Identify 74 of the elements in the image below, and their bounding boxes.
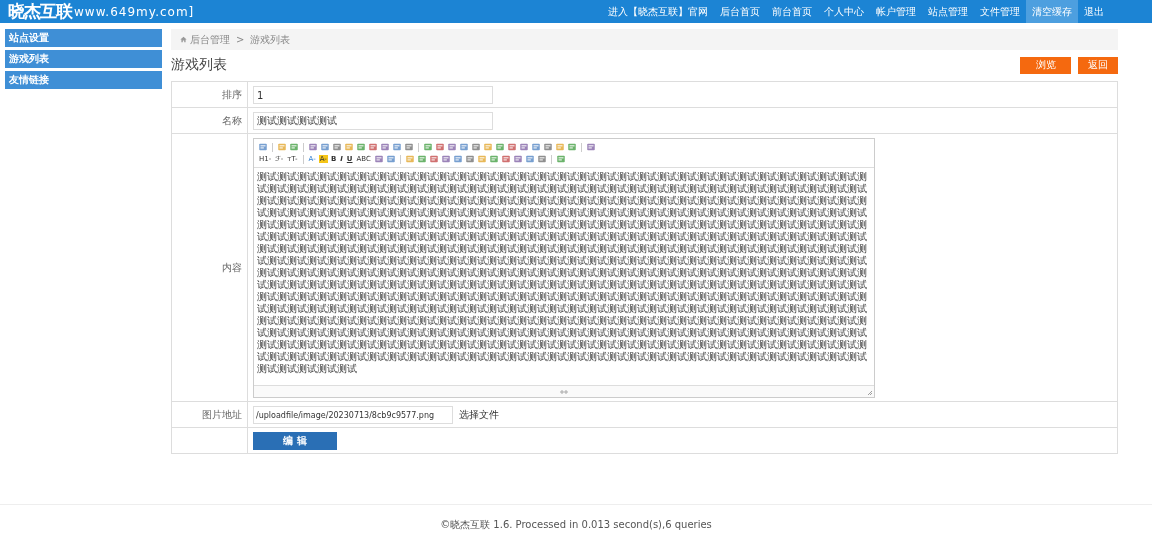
sidebar-item[interactable]: 友情链接 xyxy=(5,71,162,89)
toolbar-icon[interactable] xyxy=(277,142,287,152)
toolbar-icon[interactable] xyxy=(423,142,433,152)
choose-file-button[interactable]: 选择文件 xyxy=(459,408,499,422)
toolbar-icon[interactable] xyxy=(416,154,427,164)
nav-link[interactable]: 站点管理 xyxy=(922,0,974,23)
input-field[interactable]: /uploadfile/image/20230713/8cb9c9577.png xyxy=(253,406,453,424)
toolbar-icon[interactable] xyxy=(519,142,529,152)
nav-link[interactable]: 后台首页 xyxy=(714,0,766,23)
logo[interactable]: 晓杰互联 xyxy=(8,0,72,23)
nav-link[interactable]: 退出 xyxy=(1078,0,1110,23)
nav-link[interactable]: 帐户管理 xyxy=(870,0,922,23)
nav-link[interactable]: 前台首页 xyxy=(766,0,818,23)
field-label: 图片地址 xyxy=(202,407,242,422)
toolbar-icon[interactable] xyxy=(356,142,366,152)
toolbar-icon[interactable] xyxy=(459,142,469,152)
input-field[interactable]: 1 xyxy=(253,86,493,104)
toolbar-icon[interactable] xyxy=(476,154,487,164)
toolbar-icon[interactable] xyxy=(404,154,415,164)
toolbar-icon[interactable] xyxy=(258,142,268,152)
toolbar-icon[interactable] xyxy=(512,154,523,164)
toolbar-icon[interactable] xyxy=(440,154,451,164)
toolbar-icon[interactable] xyxy=(507,142,517,152)
toolbar-icon[interactable] xyxy=(531,142,541,152)
input-field[interactable]: 测试测试测试测试 xyxy=(253,112,493,130)
toolbar-icon[interactable] xyxy=(332,142,342,152)
toolbar-icon[interactable] xyxy=(555,154,566,164)
toolbar-icon[interactable] xyxy=(289,142,299,152)
toolbar-icon[interactable] xyxy=(452,154,463,164)
toolbar-icon[interactable] xyxy=(404,142,414,152)
sidebar-item[interactable]: 站点设置 xyxy=(5,29,162,47)
action-button[interactable]: 浏览 xyxy=(1020,56,1071,74)
toolbar-icon[interactable] xyxy=(524,154,535,164)
nav-link[interactable]: 文件管理 xyxy=(974,0,1026,23)
toolbar-icon[interactable] xyxy=(373,154,384,164)
toolbar-icon[interactable] xyxy=(428,154,439,164)
action-button[interactable]: 返回 xyxy=(1078,56,1118,74)
toolbar-icon[interactable] xyxy=(320,142,330,152)
toolbar-icon[interactable] xyxy=(368,142,378,152)
toolbar-icon[interactable] xyxy=(447,142,457,152)
toolbar-icon[interactable] xyxy=(471,142,481,152)
toolbar-icon[interactable] xyxy=(500,154,511,164)
resize-corner-icon[interactable] xyxy=(867,390,873,396)
toolbar-icon[interactable] xyxy=(567,142,577,152)
footer-text: ©晓杰互联 1.6. Processed in 0.013 second(s),6 queries xyxy=(440,518,712,532)
sidebar-item[interactable]: 游戏列表 xyxy=(5,50,162,68)
resize-grip-icon[interactable] xyxy=(559,388,569,395)
toolbar-icon[interactable] xyxy=(392,142,402,152)
toolbar-icon[interactable] xyxy=(536,154,547,164)
page-title: 游戏列表 xyxy=(171,56,227,74)
toolbar-icon[interactable] xyxy=(464,154,475,164)
toolbar-icon[interactable] xyxy=(435,142,445,152)
toolbar-icon[interactable] xyxy=(380,142,390,152)
field-label: 名称 xyxy=(222,113,242,128)
nav-link[interactable]: 进入【晓杰互联】官网 xyxy=(602,0,714,23)
toolbar-icon[interactable] xyxy=(483,142,493,152)
breadcrumb-separator: > xyxy=(236,34,245,45)
submit-button[interactable]: 编 辑 xyxy=(253,432,337,450)
toolbar-icon[interactable] xyxy=(586,142,596,152)
toolbar-icon[interactable] xyxy=(488,154,499,164)
toolbar-icon[interactable] xyxy=(543,142,553,152)
toolbar-icon[interactable] xyxy=(495,142,505,152)
toolbar-icon[interactable] xyxy=(555,142,565,152)
toolbar-icon[interactable] xyxy=(344,142,354,152)
field-label: 排序 xyxy=(222,87,242,102)
home-icon xyxy=(180,36,187,43)
toolbar-icon[interactable] xyxy=(385,154,396,164)
nav-link[interactable]: 清空缓存 xyxy=(1026,0,1078,23)
breadcrumb-link[interactable]: 游戏列表 xyxy=(250,32,291,47)
nav-link[interactable]: 个人中心 xyxy=(818,0,870,23)
breadcrumb-link[interactable]: 后台管理 xyxy=(190,32,230,47)
field-label: 内容 xyxy=(222,260,242,275)
toolbar-icon[interactable] xyxy=(308,142,318,152)
site-url: www.649my.com] xyxy=(74,4,195,19)
